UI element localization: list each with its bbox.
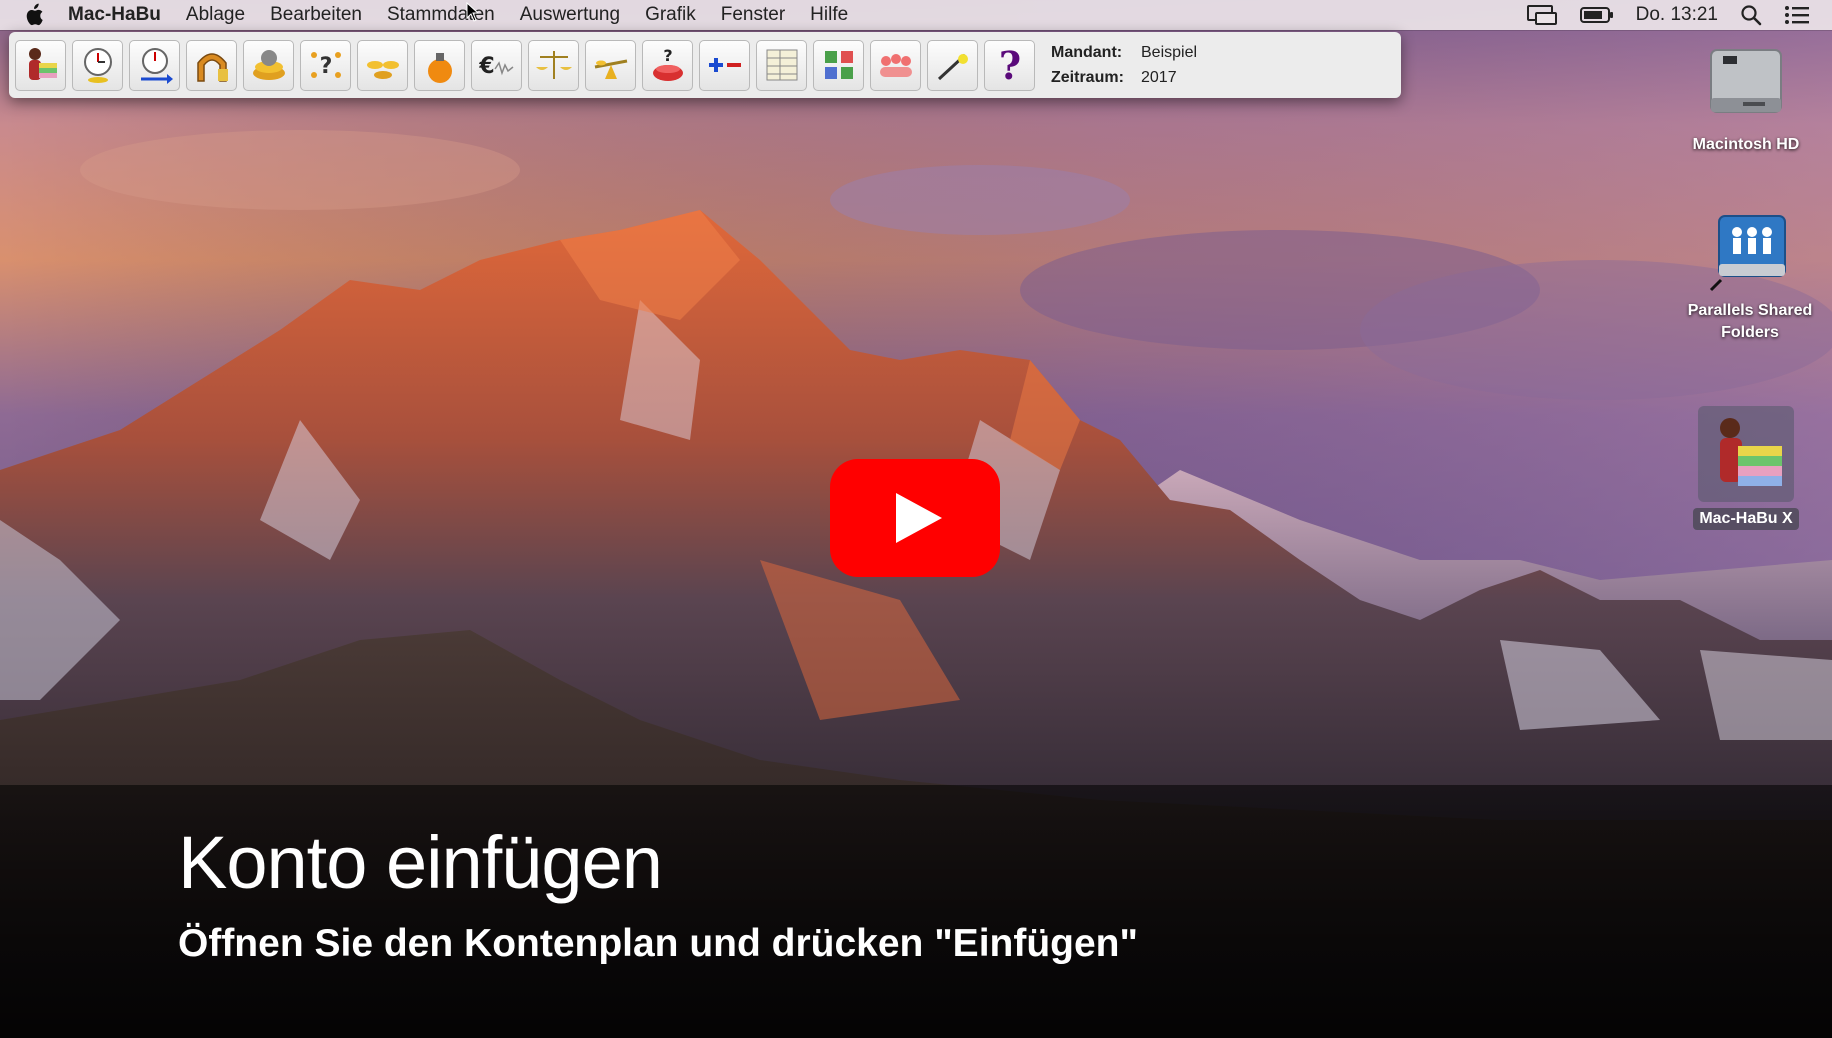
desktop-icon-macintosh-hd[interactable]: Macintosh HD [1680,42,1812,156]
people-group-button[interactable] [870,39,921,91]
svg-text:€: € [478,54,494,79]
play-icon [830,459,1000,577]
clock-add-button[interactable] [72,39,123,91]
menu-ablage[interactable]: Ablage [186,4,245,26]
coins-button[interactable] [243,39,294,91]
menu-fenster[interactable]: Fenster [721,4,785,26]
balance-scale-icon [535,51,572,79]
puzzle-button[interactable] [813,39,864,91]
menu-hilfe[interactable]: Hilfe [810,4,848,26]
help-icon: ? [998,45,1020,85]
euro-wave-button[interactable]: € [471,39,522,91]
desktop-icon-mac-habu-x[interactable]: Mac-HaBu X [1680,406,1812,530]
video-play-button[interactable] [830,459,1000,577]
seesaw-icon [594,59,627,79]
spotlight-search-icon[interactable] [1740,4,1762,26]
coins-icon [252,50,285,80]
user-books-button[interactable] [15,39,66,91]
arch-icon [196,53,228,82]
notification-center-icon[interactable] [1784,5,1810,25]
puzzle-icon [824,51,853,79]
menu-app-name[interactable]: Mac-HaBu [68,4,161,26]
pot-question-icon: ? [652,46,683,81]
coin-piles-button[interactable] [357,39,408,91]
table-grid-button[interactable] [756,39,807,91]
coin-piles-icon [366,61,399,79]
money-bag-icon [427,53,452,83]
status-area: Do. 13:21 [1526,0,1832,30]
battery-icon[interactable] [1579,6,1614,24]
mouse-cursor-icon [466,1,480,27]
people-group-icon [879,54,912,77]
caption-title: Konto einfügen [178,821,663,904]
arch-button[interactable] [186,39,237,91]
desktop-icon-label: Parallels Shared Folders [1687,302,1813,341]
svg-text:?: ? [998,45,1020,85]
shared-folder-icon [1709,215,1786,292]
pot-question-button[interactable]: ? [642,39,693,91]
apple-logo-icon[interactable] [20,2,46,28]
zeitraum-value: 2017 [1141,69,1177,86]
plus-minus-icon [708,58,741,72]
euro-wave-icon: € [478,54,513,79]
mandant-label: Mandant: [1051,44,1123,61]
user-books-icon [28,48,57,80]
mandant-info: Mandant: Beispiel Zeitraum: 2017 [1051,40,1197,90]
question-dots-button[interactable]: ? [300,39,351,91]
help-button[interactable]: ? [984,39,1035,91]
menu-grafik[interactable]: Grafik [645,4,696,26]
menu-auswertung[interactable]: Auswertung [520,4,620,26]
svg-text:?: ? [319,54,332,79]
caption-subtitle: Öffnen Sie den Kontenplan und drücken "E… [178,922,1138,965]
zeitraum-label: Zeitraum: [1051,69,1124,86]
clock-arrow-icon [140,48,173,84]
menu-bearbeiten[interactable]: Bearbeiten [270,4,362,26]
menu-clock[interactable]: Do. 13:21 [1636,4,1718,26]
menu-bar: Mac-HaBu Ablage Bearbeiten Stammdaten Au… [0,0,1832,30]
desktop-icon-parallels-shared[interactable]: Parallels Shared Folders [1672,208,1828,344]
desktop-icon-label: Macintosh HD [1692,136,1800,153]
mac-habu-app-icon [1698,406,1794,502]
question-dots-icon: ? [310,52,341,79]
toolbar-window: ? € ? ? Mandant: Beispiel Zeitraum: 2017 [9,32,1401,98]
seesaw-button[interactable] [585,39,636,91]
airplay-icon[interactable] [1526,4,1558,26]
wand-button[interactable] [927,39,978,91]
clock-arrow-button[interactable] [129,39,180,91]
hard-drive-icon [1710,49,1782,113]
desktop-icon-label: Mac-HaBu X [1693,508,1799,530]
mandant-value: Beispiel [1141,44,1198,61]
money-bag-button[interactable] [414,39,465,91]
table-grid-icon [766,49,797,81]
clock-add-icon [83,48,112,83]
svg-text:?: ? [663,46,672,65]
plus-minus-button[interactable] [699,39,750,91]
balance-scale-button[interactable] [528,39,579,91]
wand-icon [937,53,968,81]
